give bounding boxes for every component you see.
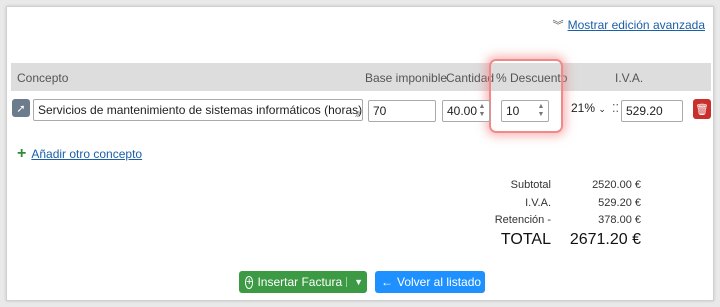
cantidad-stepper[interactable]: 40.00 ▲ ▼ — [442, 100, 490, 122]
insert-invoice-button[interactable]: + Insertar Factura ▼ — [239, 271, 367, 293]
cantidad-value: 40.00 — [447, 104, 478, 118]
add-concept-label[interactable]: Añadir otro concepto — [31, 147, 142, 161]
header-descuento: % Descuento — [496, 71, 568, 85]
back-to-list-button[interactable]: ← Volver al listado — [375, 271, 485, 293]
header-cantidad: Cantidad — [446, 71, 495, 85]
resize-handle-icon[interactable]: ⁄⁄ — [357, 109, 360, 119]
retencion-value: 378.00 € — [598, 214, 641, 226]
iva-total-value: 529.20 € — [598, 197, 641, 209]
header-iva: I.V.A. — [615, 71, 644, 85]
iva-rate-value: 21% — [571, 101, 596, 115]
trash-icon: 🗑 — [695, 103, 709, 116]
add-concept-link[interactable]: + Añadir otro concepto — [17, 145, 142, 163]
double-chevron-down-icon: ︾ — [552, 20, 564, 32]
table-header: Concepto Base imponible Cantidad % Descu… — [11, 63, 711, 91]
header-base: Base imponible — [365, 71, 448, 85]
descuento-stepper[interactable]: 10 ▲ ▼ — [501, 100, 549, 122]
delete-row-button[interactable]: 🗑 — [693, 99, 711, 119]
circle-plus-icon: + — [245, 275, 254, 289]
invoice-panel: ︾ Mostrar edición avanzada Concepto Base… — [6, 6, 714, 301]
stepper-arrows-icon[interactable]: ▲ ▼ — [477, 103, 487, 119]
iva-amount-field[interactable]: 529.20 — [621, 100, 683, 122]
descuento-value: 10 — [506, 104, 520, 118]
concepto-value: Servicios de mantenimiento de sistemas i… — [38, 103, 363, 117]
chevron-down-icon: ⌄ — [598, 104, 606, 114]
concepto-field[interactable]: Servicios de mantenimiento de sistemas i… — [33, 99, 363, 121]
arrow-left-icon: ← — [381, 275, 393, 289]
stepper-arrows-icon[interactable]: ▲ ▼ — [536, 103, 546, 119]
cursor-select-icon[interactable]: ➚ — [12, 99, 30, 117]
iva-total-label: I.V.A. — [525, 197, 551, 209]
back-to-list-label: Volver al listado — [397, 275, 482, 289]
iva-amount-value: 529.20 — [626, 104, 663, 118]
advanced-edit-link[interactable]: Mostrar edición avanzada — [568, 18, 705, 32]
advanced-edit-toggle[interactable]: ︾ Mostrar edición avanzada — [553, 17, 705, 33]
total-label: TOTAL — [500, 231, 551, 248]
iva-rate-select[interactable]: 21% ⌄ — [571, 101, 606, 115]
total-value: 2671.20 € — [569, 231, 641, 248]
base-value: 70 — [373, 104, 387, 118]
base-imponible-field[interactable]: 70 — [368, 100, 436, 122]
retencion-label: Retención - — [494, 214, 551, 226]
header-concepto: Concepto — [17, 71, 69, 85]
plus-icon: + — [17, 145, 27, 162]
insert-invoice-label: Insertar Factura — [257, 275, 343, 289]
subtotal-label: Subtotal — [510, 179, 551, 191]
caret-down-icon[interactable]: ▼ — [346, 277, 363, 287]
drag-handle-icon[interactable]: ⁚⁚ — [612, 102, 619, 115]
subtotal-value: 2520.00 € — [592, 179, 641, 191]
